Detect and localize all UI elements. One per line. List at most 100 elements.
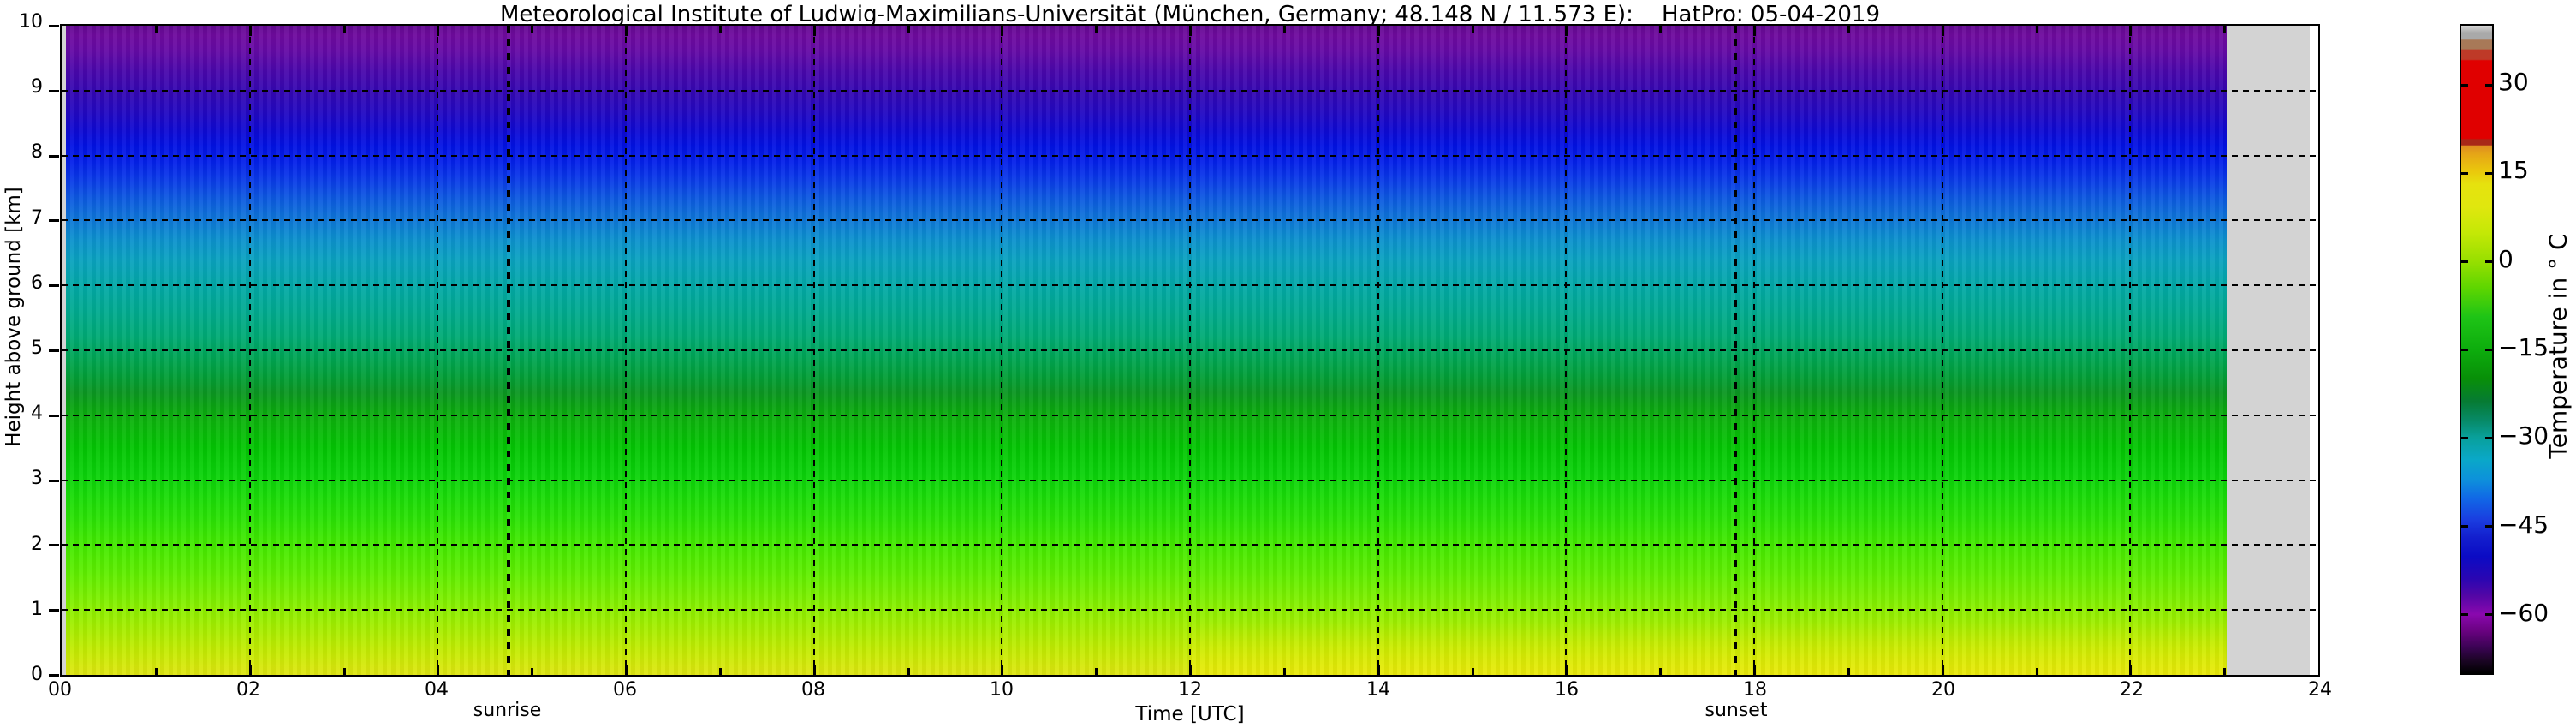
y-axis-title: Height above ground [km] [3, 187, 25, 447]
x-axis-tick-top [343, 26, 346, 33]
x-axis-tick-top [2036, 26, 2038, 33]
y-tick-label: 9 [0, 76, 43, 98]
x-axis-tick-top [1189, 26, 1192, 36]
grid-line-horizontal [62, 155, 2318, 157]
y-tick-label: 2 [0, 534, 43, 555]
x-tick-label: 24 [2294, 679, 2346, 701]
x-axis-tick-top [907, 26, 910, 33]
colorbar-tick [2485, 525, 2492, 528]
x-axis-tick-bottom [1942, 665, 1944, 675]
x-axis-tick-top [1942, 26, 1944, 36]
y-tick-label: 1 [0, 599, 43, 620]
grid-line-horizontal [62, 219, 2318, 221]
x-axis-tick-bottom [1283, 668, 1286, 675]
grid-line-horizontal [62, 609, 2318, 611]
sunset-line [1734, 26, 1737, 675]
colorbar-tick-label: −60 [2498, 599, 2549, 627]
x-axis-tick-top [1472, 26, 1474, 33]
x-axis-tick-bottom [531, 668, 533, 675]
x-axis-tick-top [531, 26, 533, 33]
x-axis-tick-top [155, 26, 158, 33]
x-axis-tick-bottom [1659, 668, 1662, 675]
colorbar [2460, 24, 2494, 675]
colorbar-tick [2461, 172, 2468, 175]
x-axis-tick-bottom [1377, 665, 1380, 675]
x-tick-label: 14 [1353, 679, 1404, 701]
colorbar-tick [2461, 84, 2468, 87]
x-axis-tick-top [625, 26, 628, 36]
x-axis-tick-bottom [625, 665, 628, 675]
x-tick-label: 20 [1918, 679, 1969, 701]
x-tick-label: 02 [223, 679, 274, 701]
x-axis-tick-bottom [1095, 668, 1098, 675]
heatmap-plot [60, 24, 2320, 677]
x-axis-tick-bottom [813, 665, 816, 675]
colorbar-tick-label: 0 [2498, 245, 2514, 273]
grid-line-horizontal [62, 90, 2318, 92]
x-tick-label: 16 [1541, 679, 1592, 701]
x-axis-tick-top [719, 26, 722, 33]
colorbar-tick [2485, 613, 2492, 616]
x-tick-label: 10 [976, 679, 1027, 701]
x-axis-tick-top [1095, 26, 1098, 33]
x-axis-title: Time [UTC] [60, 703, 2320, 725]
x-axis-tick-bottom [1565, 665, 1568, 675]
x-axis-tick-bottom [437, 665, 439, 675]
colorbar-tick [2461, 613, 2468, 616]
colorbar-tick [2461, 260, 2468, 263]
y-tick-label: 8 [0, 141, 43, 163]
x-tick-label: 00 [34, 679, 86, 701]
x-axis-tick-top [813, 26, 816, 36]
x-axis-tick-top [249, 26, 252, 36]
x-axis-tick-bottom [2036, 668, 2038, 675]
x-axis-tick-top [1753, 26, 1756, 36]
x-axis-tick-top [2129, 26, 2132, 36]
colorbar-title: Temperature in ° C [2544, 233, 2573, 458]
x-axis-tick-bottom [343, 668, 346, 675]
colorbar-tick [2485, 437, 2492, 439]
colorbar-tick-label: 30 [2498, 68, 2529, 96]
x-axis-tick-bottom [1753, 665, 1756, 675]
x-axis-tick-bottom [1189, 665, 1192, 675]
y-tick-label: 10 [0, 11, 43, 33]
x-axis-tick-top [1659, 26, 1662, 33]
x-tick-label: 06 [599, 679, 651, 701]
grid-line-horizontal [62, 349, 2318, 351]
x-axis-tick-bottom [719, 668, 722, 675]
colorbar-tick [2461, 349, 2468, 351]
x-axis-tick-top [1377, 26, 1380, 36]
x-tick-label: 22 [2106, 679, 2157, 701]
colorbar-tick [2485, 172, 2492, 175]
colorbar-tick-label: 15 [2498, 156, 2529, 184]
x-axis-tick-bottom [2223, 668, 2226, 675]
x-axis-tick-top [1847, 26, 1850, 33]
x-tick-label: 12 [1164, 679, 1216, 701]
x-axis-tick-bottom [1001, 665, 1003, 675]
x-axis-tick-bottom [155, 668, 158, 675]
colorbar-tick-label: −45 [2498, 510, 2549, 539]
x-tick-label: 08 [788, 679, 839, 701]
figure: Meteorological Institute of Ludwig-Maxim… [0, 0, 2576, 728]
grid-line-horizontal [62, 480, 2318, 481]
colorbar-tick [2461, 525, 2468, 528]
colorbar-tick [2485, 349, 2492, 351]
x-tick-label: 18 [1729, 679, 1781, 701]
colorbar-tick-label: −15 [2498, 333, 2549, 361]
x-axis-tick-labels: 00020406081012141618202224 [60, 679, 2320, 701]
colorbar-tick [2461, 437, 2468, 439]
x-axis-tick-top [437, 26, 439, 36]
y-tick-label: 3 [0, 468, 43, 489]
colorbar-tick [2485, 84, 2492, 87]
x-axis-tick-bottom [1847, 668, 1850, 675]
x-axis-tick-bottom [2129, 665, 2132, 675]
grid-line-horizontal [62, 544, 2318, 546]
sunrise-line [507, 26, 510, 675]
x-axis-tick-top [1283, 26, 1286, 33]
colorbar-tick-label: −30 [2498, 421, 2549, 450]
colorbar-tick [2485, 260, 2492, 263]
x-axis-tick-bottom [249, 665, 252, 675]
x-axis-tick-top [1001, 26, 1003, 36]
x-axis-tick-bottom [1472, 668, 1474, 675]
x-axis-tick-top [2223, 26, 2226, 33]
grid-line-horizontal [62, 284, 2318, 286]
